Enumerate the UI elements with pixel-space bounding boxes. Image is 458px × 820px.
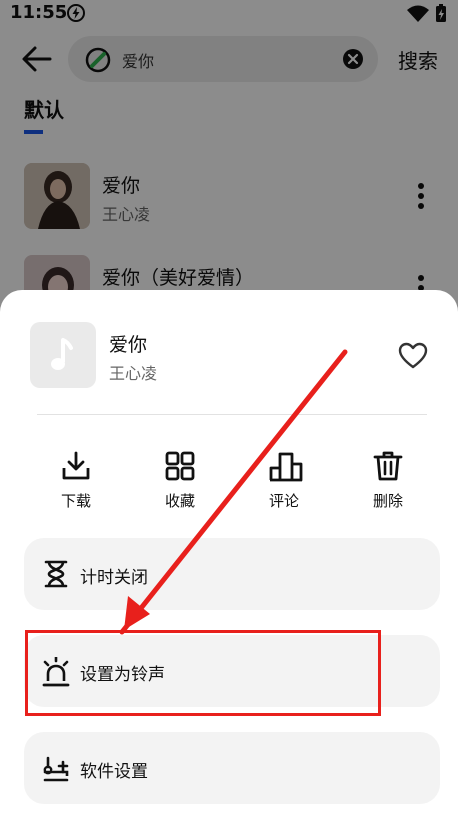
app-screen: 11:55 爱你 搜索 默认 爱你 王心凌 爱你（美好爱情） 爱你 王心凌 下载… [0,0,458,820]
annotation-arrow [119,349,348,635]
